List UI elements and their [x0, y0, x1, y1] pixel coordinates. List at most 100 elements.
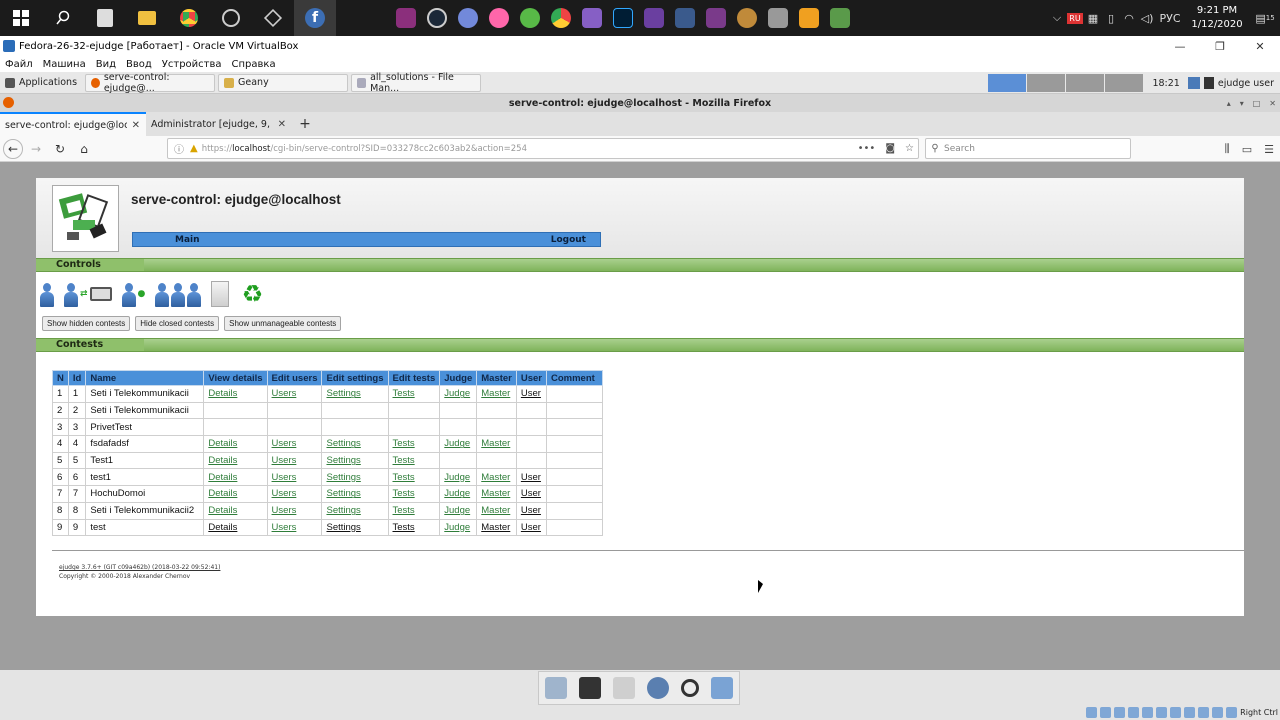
guest-user[interactable]: ejudge user [1218, 78, 1280, 89]
back-button[interactable]: ← [3, 138, 23, 159]
task-geany[interactable]: Geany [218, 73, 349, 92]
tests-link[interactable]: Tests [393, 505, 415, 516]
steam-button[interactable] [423, 0, 451, 36]
taskbar-clock[interactable]: 9:21 PM 1/12/2020 [1184, 4, 1250, 32]
reload-button[interactable]: ↻ [49, 138, 71, 160]
user-settings-button[interactable]: ● [121, 279, 145, 309]
calculator-button[interactable] [84, 0, 126, 36]
document-button[interactable] [211, 279, 230, 309]
settings-link[interactable]: Settings [326, 438, 360, 449]
users-link[interactable]: Users [272, 472, 297, 483]
tab-serve-control[interactable]: serve-control: ejudge@localh ✕ [0, 112, 146, 136]
network-icon[interactable] [1187, 77, 1200, 89]
users-link[interactable]: Users [272, 438, 297, 449]
maximize-button[interactable]: □ [1253, 99, 1261, 108]
guest-clock[interactable]: 18:21 [1144, 78, 1187, 89]
network-icon[interactable]: ▦ [1084, 0, 1102, 36]
discord-button[interactable] [454, 0, 482, 36]
input-language[interactable]: РУС [1156, 0, 1184, 36]
show-hidden-contests-button[interactable]: Show hidden contests [42, 316, 131, 331]
folder-app-button[interactable] [795, 0, 823, 36]
workspace-4[interactable] [1105, 74, 1144, 92]
battery-icon[interactable]: ▯ [1102, 0, 1120, 36]
menu-machine[interactable]: Машина [38, 59, 91, 70]
page-actions-icon[interactable]: ••• [858, 143, 876, 154]
taskbar-search-button[interactable] [42, 0, 84, 36]
details-link[interactable]: Details [208, 455, 237, 466]
master-link[interactable]: Master [481, 472, 510, 483]
library-icon[interactable]: ⫼ [1225, 142, 1230, 156]
users-link[interactable]: Users [272, 522, 297, 533]
task-file-manager[interactable]: all_solutions - File Man... [351, 72, 482, 94]
menu-input[interactable]: Ввод [121, 59, 157, 70]
terminal-icon[interactable] [579, 677, 601, 699]
search-bar[interactable]: ⚲ Search [925, 138, 1131, 159]
details-link[interactable]: Details [208, 438, 237, 449]
workspace-1[interactable] [988, 74, 1027, 92]
person-app-button[interactable] [733, 0, 761, 36]
search-icon[interactable] [681, 679, 699, 697]
user-group-button[interactable] [155, 279, 202, 309]
davinci-button[interactable] [210, 0, 252, 36]
master-link[interactable]: Master [481, 488, 510, 499]
details-link[interactable]: Details [208, 472, 237, 483]
txt-app-button[interactable] [702, 0, 730, 36]
details-link[interactable]: Details [208, 488, 237, 499]
chart-app-button[interactable] [671, 0, 699, 36]
pocket-icon[interactable]: ◙ [885, 143, 895, 154]
workspace-2[interactable] [1027, 74, 1066, 92]
users-link[interactable]: Users [272, 388, 297, 399]
show-desktop-icon[interactable] [545, 677, 567, 699]
judge-link[interactable]: Judge [444, 472, 470, 483]
judge-link[interactable]: Judge [444, 388, 470, 399]
judge-link[interactable]: Judge [444, 488, 470, 499]
photoshop-button[interactable] [609, 0, 637, 36]
version-link[interactable]: ejudge 3.7.6+ (GIT c09a462b) (2018-03-22… [59, 563, 220, 572]
shade-button[interactable]: ▴ [1227, 99, 1231, 108]
user-link[interactable]: User [521, 505, 541, 516]
master-link[interactable]: Master [481, 438, 510, 449]
logout-link[interactable]: Logout [551, 235, 586, 245]
chrome2-button[interactable] [547, 0, 575, 36]
settings-link[interactable]: Settings [326, 388, 360, 399]
osu-button[interactable] [485, 0, 513, 36]
minimize-button[interactable]: ▾ [1240, 99, 1244, 108]
main-link[interactable]: Main [175, 235, 200, 245]
visual-studio-button[interactable] [578, 0, 606, 36]
close-tab-icon[interactable]: ✕ [278, 119, 286, 130]
tests-link[interactable]: Tests [393, 472, 415, 483]
minimize-button[interactable]: — [1160, 36, 1200, 56]
master-link[interactable]: Master [481, 388, 510, 399]
folder-icon[interactable] [711, 677, 733, 699]
user-link[interactable]: User [521, 488, 541, 499]
bookmark-star-icon[interactable]: ☆ [905, 143, 914, 154]
home-button[interactable]: ⌂ [73, 138, 95, 160]
site-info-icon[interactable]: ⓘ [168, 141, 190, 156]
task-serve-control[interactable]: serve-control: ejudge@... [85, 72, 216, 94]
refresh-button[interactable]: ♻ [239, 279, 265, 309]
forward-button[interactable]: → [25, 138, 47, 160]
judge-link[interactable]: Judge [444, 505, 470, 516]
menu-help[interactable]: Справка [227, 59, 281, 70]
users-link[interactable]: Users [272, 455, 297, 466]
judge-link[interactable]: Judge [444, 438, 470, 449]
wifi-icon[interactable]: ◠ [1120, 0, 1138, 36]
users-link[interactable]: Users [272, 488, 297, 499]
utorrent-button[interactable] [516, 0, 544, 36]
sidebar-icon[interactable]: ▭ [1242, 143, 1252, 156]
details-link[interactable]: Details [208, 388, 237, 399]
winrar-button[interactable] [392, 0, 420, 36]
judge-link[interactable]: Judge [444, 522, 470, 533]
volume-icon[interactable]: ◁) [1138, 0, 1156, 36]
settings-link[interactable]: Settings [326, 455, 360, 466]
web-browser-icon[interactable] [647, 677, 669, 699]
settings-link[interactable]: Settings [326, 505, 360, 516]
create-contest-button[interactable] [40, 279, 54, 309]
workspace-3[interactable] [1066, 74, 1105, 92]
language-badge[interactable]: RU [1066, 0, 1084, 36]
master-link[interactable]: Master [481, 522, 510, 533]
new-tab-button[interactable]: + [292, 112, 318, 136]
tab-administrator[interactable]: Administrator [ejudge, 9, te ✕ [146, 112, 292, 136]
hamburger-menu-icon[interactable]: ☰ [1264, 143, 1274, 156]
show-unmanageable-contests-button[interactable]: Show unmanageable contests [224, 316, 342, 331]
